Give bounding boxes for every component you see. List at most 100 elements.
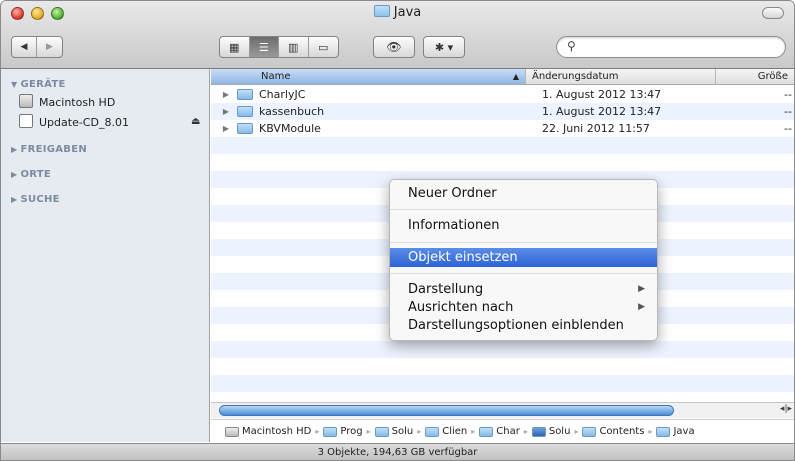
sidebar-section-devices[interactable]: ▼ GERÄTE <box>11 79 66 90</box>
path-separator-icon: ▸ <box>471 427 476 436</box>
icon-view-button[interactable]: ▦ <box>220 37 250 57</box>
list-view-icon: ☰ <box>258 40 269 54</box>
sidebar-section-places[interactable]: ▶ ORTE <box>11 169 51 180</box>
menu-item-new-folder[interactable]: Neuer Ordner <box>390 184 657 203</box>
disclosure-closed-icon: ▶ <box>11 195 18 204</box>
horizontal-scrollbar[interactable]: ◂|▸ <box>211 402 794 418</box>
quicklook-button[interactable]: 👁 <box>373 36 415 58</box>
file-date: 22. Juni 2012 11:57 <box>542 122 650 135</box>
disk-image-icon <box>19 114 33 128</box>
path-item[interactable]: Java <box>656 426 695 437</box>
path-item-label: Contents <box>599 426 645 437</box>
path-item[interactable]: Macintosh HD <box>225 426 311 437</box>
sidebar-section-label: SUCHE <box>20 194 60 205</box>
column-header-name[interactable]: Name ▲ <box>211 69 526 84</box>
search-icon: ⚲ <box>567 39 576 53</box>
file-row[interactable]: ▶ KBVModule 22. Juni 2012 11:57 -- <box>211 120 794 137</box>
folder-icon <box>237 89 253 100</box>
menu-item-paste-item[interactable]: Objekt einsetzen <box>390 248 657 267</box>
path-item[interactable]: Contents <box>582 426 644 437</box>
menu-item-get-info[interactable]: Informationen <box>390 216 657 235</box>
empty-row <box>211 375 794 392</box>
path-bar: Macintosh HD ▸ Prog ▸ Solu ▸ Clien ▸ Cha… <box>211 419 794 443</box>
disclosure-closed-icon[interactable]: ▶ <box>215 90 237 99</box>
sidebar-section-label: GERÄTE <box>20 79 66 90</box>
file-date: 1. August 2012 13:47 <box>542 88 662 101</box>
folder-icon <box>374 426 389 437</box>
path-item-label: Prog <box>340 426 363 437</box>
column-header-label: Name <box>261 71 291 82</box>
path-item-label: Clien <box>442 426 468 437</box>
folder-icon <box>582 426 597 437</box>
submenu-arrow-icon: ▶ <box>638 302 645 312</box>
path-separator-icon: ▸ <box>315 427 320 436</box>
path-item[interactable]: Solu <box>531 426 571 437</box>
folder-icon <box>323 426 338 437</box>
submenu-arrow-icon: ▶ <box>638 284 645 294</box>
search-field[interactable]: ⚲ <box>556 36 786 58</box>
menu-item-show-view-options[interactable]: Darstellungsoptionen einblenden <box>390 316 657 335</box>
empty-row <box>211 341 794 358</box>
forward-arrow-icon: ▶ <box>46 42 53 52</box>
file-date: 1. August 2012 13:47 <box>542 105 662 118</box>
column-header-size[interactable]: Größe <box>716 69 794 84</box>
path-separator-icon: ▸ <box>366 427 371 436</box>
path-item[interactable]: Clien <box>425 426 467 437</box>
scrollbar-thumb[interactable] <box>219 405 674 416</box>
menu-item-arrange-by[interactable]: Ausrichten nach ▶ <box>390 298 657 317</box>
sidebar-section-shares[interactable]: ▶ FREIGABEN <box>11 144 87 155</box>
folder-icon <box>479 426 494 437</box>
column-view-button[interactable]: ▥ <box>279 37 309 57</box>
back-arrow-icon: ◀ <box>20 42 28 52</box>
window-title: Java <box>1 5 794 20</box>
column-header-label: Änderungsdatum <box>532 71 619 82</box>
toolbar: Java ◀ ▶ ▦ ☰ ▥ ▭ 👁 ✱ ▾ ⚲ <box>1 1 794 69</box>
app-icon <box>531 426 546 437</box>
forward-button[interactable]: ▶ <box>37 37 62 57</box>
sidebar-section-label: ORTE <box>20 169 52 180</box>
coverflow-view-button[interactable]: ▭ <box>309 37 338 57</box>
sidebar-item-macintosh-hd[interactable]: Macintosh HD <box>39 96 115 109</box>
disclosure-closed-icon[interactable]: ▶ <box>215 124 237 133</box>
file-name: KBVModule <box>259 122 321 135</box>
path-separator-icon: ▸ <box>574 427 579 436</box>
sidebar-section-label: FREIGABEN <box>20 144 88 155</box>
path-item[interactable]: Prog <box>323 426 363 437</box>
path-separator-icon: ▸ <box>523 427 528 436</box>
eject-icon[interactable]: ⏏ <box>191 116 200 127</box>
path-item[interactable]: Solu <box>374 426 413 437</box>
sidebar-item-update-cd[interactable]: Update-CD_8.01 <box>39 116 129 129</box>
list-view-button[interactable]: ☰ <box>249 37 279 57</box>
empty-row <box>211 137 794 154</box>
file-row[interactable]: ▶ CharlyJC 1. August 2012 13:47 -- <box>211 86 794 103</box>
column-header-date[interactable]: Änderungsdatum <box>526 69 716 84</box>
status-text: 3 Objekte, 194,63 GB verfügbar <box>317 447 478 458</box>
path-separator-icon: ▸ <box>648 427 653 436</box>
disclosure-closed-icon[interactable]: ▶ <box>215 107 237 116</box>
folder-icon <box>656 426 671 437</box>
empty-row <box>211 358 794 375</box>
sidebar: ▼ GERÄTE Macintosh HD Update-CD_8.01 ⏏ ▶ F… <box>1 69 210 442</box>
gear-icon: ✱ ▾ <box>434 40 454 54</box>
window-title-text: Java <box>393 5 422 20</box>
sort-ascending-icon: ▲ <box>512 72 519 81</box>
scroll-arrows-icon[interactable]: ◂|▸ <box>780 404 792 414</box>
action-menu-button[interactable]: ✱ ▾ <box>423 36 465 58</box>
menu-item-label: Darstellung <box>408 282 484 297</box>
folder-icon <box>373 5 390 17</box>
menu-item-label: Darstellungsoptionen einblenden <box>408 318 624 333</box>
menu-separator <box>390 209 657 210</box>
column-header-label: Größe <box>757 71 788 82</box>
back-button[interactable]: ◀ <box>12 37 38 57</box>
disclosure-open-icon: ▼ <box>11 80 18 89</box>
path-item[interactable]: Char <box>479 426 520 437</box>
eye-icon: 👁 <box>386 40 402 54</box>
harddisk-icon <box>225 426 239 437</box>
folder-icon <box>237 123 253 134</box>
menu-item-view[interactable]: Darstellung ▶ <box>390 280 657 299</box>
menu-item-label: Neuer Ordner <box>408 186 497 201</box>
folder-icon <box>237 106 253 117</box>
path-item-label: Solu <box>548 426 571 437</box>
sidebar-section-search[interactable]: ▶ SUCHE <box>11 194 60 205</box>
file-row[interactable]: ▶ kassenbuch 1. August 2012 13:47 -- <box>211 103 794 120</box>
